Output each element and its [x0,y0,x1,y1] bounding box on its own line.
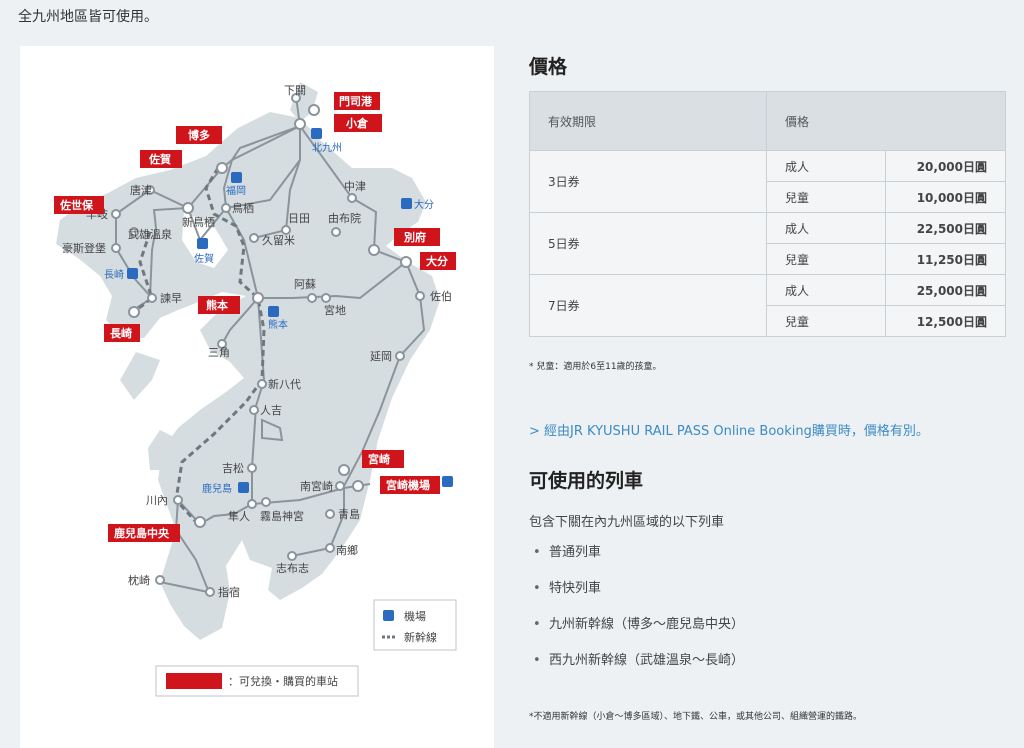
audience-cell: 兒童 [766,243,886,275]
exchange-station-nagasaki: 長崎 [110,326,132,340]
exchange-station-saga: 佐賀 [148,152,171,166]
list-item: 特快列車 [529,578,744,614]
exchange-station-hakata: 博多 [188,128,210,142]
airport-label: 福岡 [226,184,246,197]
exchange-station-miyazaki: 宮崎 [368,452,390,466]
exchange-station-mojiko: 門司港 [339,94,373,108]
trains-heading: 可使用的列車 [529,470,644,492]
audience-cell: 兒童 [766,181,886,213]
station-label: 日田 [288,212,310,225]
station-label: 武雄溫泉 [128,227,172,241]
airport-label: 熊本 [268,318,288,331]
station-label: 延岡 [370,350,392,363]
station-label: 川內 [146,494,168,507]
exchange-station-kokura: 小倉 [345,116,369,130]
intro-text: 全九州地區皆可使用。 [18,9,158,25]
station-label: 指宿 [218,585,240,599]
station-label: 南鄉 [336,544,358,557]
price-cell: 25,000日圓 [885,274,1006,306]
period-cell: 5日券 [529,212,767,275]
legend-shinkansen: 新幹線 [404,630,437,644]
kyushu-rail-map: 下關 唐津 早岐 豪斯登堡 武雄溫泉 新鳥栖 鳥栖 中津 日田 由布院 久留米 … [20,46,494,748]
price-heading: 價格 [529,56,568,78]
station-label: 枕崎 [128,573,150,587]
station-label: 吉松 [222,461,244,475]
price-cell: 11,250日圓 [885,243,1006,275]
station-label: 佐伯 [430,289,452,303]
station-label: 人吉 [260,404,282,417]
price-cell: 20,000日圓 [885,150,1006,182]
period-cell: 7日券 [529,274,767,337]
station-label: 中津 [344,180,366,193]
exchange-station-kumamoto: 熊本 [206,298,228,312]
station-label: 久留米 [262,234,295,247]
station-label: 青島 [338,507,360,521]
col-period-header: 有效期限 [529,91,767,151]
audience-cell: 兒童 [766,305,886,337]
trains-description: 包含下關在內九州區域的以下列車 [529,515,725,530]
exchange-station-beppu: 別府 [403,230,426,244]
airport-label: 佐賀 [194,253,214,265]
station-label: 三角 [208,346,230,359]
airport-label: 長崎 [104,268,124,281]
station-label: 志布志 [276,562,309,575]
station-label: 新八代 [268,377,301,391]
price-cell: 12,500日圓 [885,305,1006,337]
table-row: 3日券 成人 20,000日圓 [529,150,1006,213]
airport-label: 鹿兒島 [202,482,232,495]
station-label: 南宮崎 [300,479,333,493]
price-table: 有效期限 價格 3日券 成人 20,000日圓 兒童 10,000日圓 5日券 … [529,91,1006,337]
train-list: 普通列車 特快列車 九州新幹線（博多～鹿兒島中央） 西九州新幹線（武雄溫泉～長崎… [529,542,744,686]
station-label: 由布院 [328,211,361,225]
exchange-station-miyazaki-airport: 宮崎機場 [386,478,430,492]
station-label: 霧島神宮 [260,509,304,523]
table-row: 7日券 成人 25,000日圓 [529,274,1006,337]
station-label: 隼人 [228,509,250,523]
exclusions-note: *不適用新幹線（小倉～博多區域）、地下鐵、公車，或其他公司、組織營運的鐵路。 [529,712,863,722]
exchange-legend-swatch [166,673,222,689]
price-cell: 10,000日圓 [885,181,1006,213]
exchange-station-kagoshimachuo: 鹿兒島中央 [114,526,170,540]
list-item: 普通列車 [529,542,744,578]
list-item: 西九州新幹線（武雄溫泉～長崎） [529,650,744,686]
airport-legend-icon [383,610,394,621]
table-row: 5日券 成人 22,500日圓 [529,212,1006,275]
exchange-station-sasebo: 佐世保 [59,198,94,212]
station-label: 豪斯登堡 [62,241,106,255]
price-cell: 22,500日圓 [885,212,1006,244]
audience-cell: 成人 [766,274,886,306]
legend-airport: 機場 [404,609,426,623]
station-label: 宮地 [324,303,346,317]
online-booking-link[interactable]: > 經由JR KYUSHU RAIL PASS Online Booking購買… [529,420,929,439]
station-label: 鳥栖 [232,201,254,215]
station-label: 諫早 [160,291,182,305]
station-label: 阿蘇 [294,278,316,291]
station-label: 新鳥栖 [182,215,215,229]
col-price-header: 價格 [766,91,1006,151]
period-cell: 3日券 [529,150,767,213]
audience-cell: 成人 [766,212,886,244]
airport-label: 大分 [414,198,434,211]
exchange-station-oita: 大分 [426,254,448,268]
station-label: 下關 [284,84,306,97]
child-age-note: * 兒童：適用於6至11歲的孩童。 [529,362,662,372]
airport-label: 北九州 [312,142,342,154]
list-item: 九州新幹線（博多～鹿兒島中央） [529,614,744,650]
audience-cell: 成人 [766,150,886,182]
station-label: 唐津 [130,183,152,197]
legend-exchange: ：可兌換・購買的車站 [228,674,338,688]
